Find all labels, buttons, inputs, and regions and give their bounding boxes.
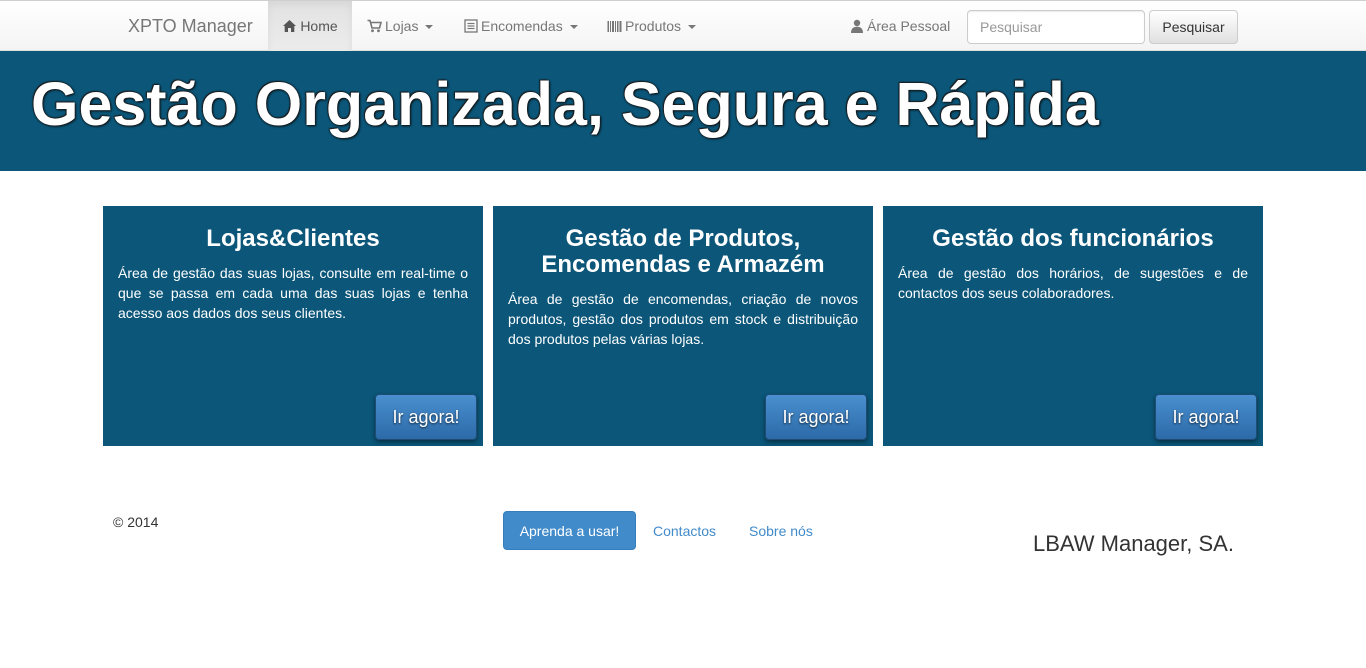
nav-lojas-dropdown[interactable]: Lojas	[367, 1, 434, 51]
learn-to-use-button[interactable]: Aprenda a usar!	[503, 511, 636, 550]
company-name: LBAW Manager, SA.	[1033, 531, 1234, 556]
search-button[interactable]: Pesquisar	[1149, 10, 1238, 44]
nav-area-pessoal-label: Área Pessoal	[867, 18, 951, 34]
hero-banner: Gestão Organizada, Segura e Rápida	[0, 51, 1366, 171]
card-text: Área de gestão das suas lojas, consulte …	[118, 265, 468, 321]
nav-lojas-label: Lojas	[385, 18, 419, 34]
home-icon	[282, 19, 297, 33]
nav-home-label: Home	[300, 18, 338, 34]
contactos-link[interactable]: Contactos	[653, 523, 716, 539]
card-title: Gestão dos funcionários	[932, 225, 1214, 252]
sobre-nos-link[interactable]: Sobre nós	[749, 523, 813, 539]
caret-down-icon	[688, 24, 697, 29]
nav-encomendas-dropdown[interactable]: Encomendas	[464, 1, 578, 51]
nav-encomendas-label: Encomendas	[481, 18, 563, 34]
navbar: XPTO Manager Home Lojas Encomendas Produ…	[0, 0, 1366, 51]
card-go-button[interactable]: Ir agora!	[1155, 394, 1257, 440]
nav-home[interactable]: Home	[268, 1, 352, 51]
card-title: Gestão de Produtos, Encomendas e Armazém	[541, 225, 825, 278]
hero-title: Gestão Organizada, Segura e Rápida	[31, 70, 1099, 138]
cart-icon	[367, 19, 382, 33]
brand-link[interactable]: XPTO Manager	[128, 16, 253, 37]
card-text: Área de gestão dos horários, de sugestõe…	[898, 265, 1248, 301]
card-title: Lojas&Clientes	[206, 225, 380, 252]
user-icon	[850, 19, 864, 33]
caret-down-icon	[569, 24, 578, 29]
barcode-icon	[607, 20, 622, 33]
caret-down-icon	[425, 24, 434, 29]
card-go-button[interactable]: Ir agora!	[375, 394, 477, 440]
nav-area-pessoal[interactable]: Área Pessoal	[850, 1, 950, 51]
list-icon	[464, 19, 478, 33]
card-text: Área de gestão de encomendas, criação de…	[508, 291, 858, 347]
card-gestao-funcionarios: Gestão dos funcionários Área de gestão d…	[883, 206, 1263, 446]
search-input[interactable]	[967, 10, 1145, 44]
nav-produtos-label: Produtos	[625, 18, 682, 34]
card-gestao-produtos: Gestão de Produtos, Encomendas e Armazém…	[493, 206, 873, 446]
nav-produtos-dropdown[interactable]: Produtos	[607, 1, 697, 51]
card-go-button[interactable]: Ir agora!	[765, 394, 867, 440]
copyright-text: © 2014	[113, 514, 159, 530]
card-lojas-clientes: Lojas&Clientes Área de gestão das suas l…	[103, 206, 483, 446]
